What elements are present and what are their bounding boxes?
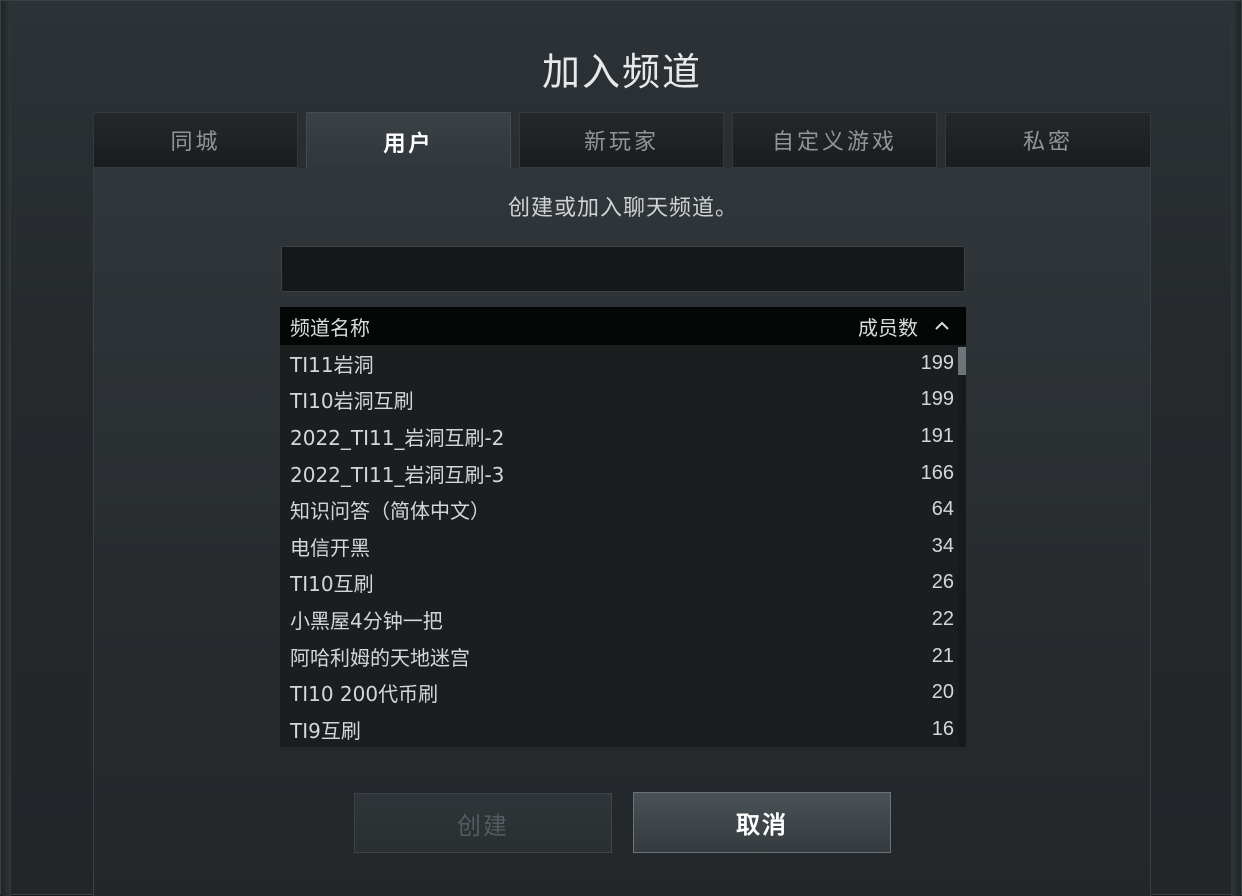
tab-private[interactable]: 私密 xyxy=(945,112,1151,168)
member-count: 26 xyxy=(931,571,954,594)
channel-name: TI10岩洞互刷 xyxy=(290,389,414,414)
member-count: 199 xyxy=(920,351,954,374)
dialog-title: 加入频道 xyxy=(541,50,702,94)
list-item[interactable]: TI10岩洞互刷 199 xyxy=(280,382,966,419)
channel-name: TI11岩洞 xyxy=(290,352,374,377)
channel-list: 频道名称 成员数 TI11岩洞 199 TI10岩洞互刷 199 2022_TI… xyxy=(280,307,966,747)
member-count: 64 xyxy=(931,498,954,521)
channel-name: 阿哈利姆的天地迷宫 xyxy=(290,645,470,670)
channel-name-input[interactable] xyxy=(281,246,965,292)
right-edge xyxy=(1231,1,1241,896)
list-item[interactable]: 知识问答（简体中文） 64 xyxy=(280,491,966,528)
channel-name: 电信开黑 xyxy=(290,535,370,560)
list-item[interactable]: 2022_TI11_岩洞互刷-2 191 xyxy=(280,418,966,455)
panel-subtitle: 创建或加入聊天频道。 xyxy=(507,196,738,221)
scrollbar-thumb[interactable] xyxy=(958,347,966,375)
left-edge xyxy=(1,1,11,896)
list-item[interactable]: TI10互刷 26 xyxy=(280,565,966,602)
list-item[interactable]: 2022_TI11_岩洞互刷-3 166 xyxy=(280,455,966,492)
join-channel-dialog: 加入频道 同城 用户 新玩家 自定义游戏 私密 创建或加入聊天频道。 频道名称 … xyxy=(0,0,1242,896)
member-count: 22 xyxy=(931,607,954,630)
list-item[interactable]: TI10 200代币刷 20 xyxy=(280,674,966,711)
member-count: 191 xyxy=(920,424,954,447)
create-button[interactable]: 创建 xyxy=(354,793,612,853)
member-count: 16 xyxy=(931,717,954,740)
member-count: 21 xyxy=(931,644,954,667)
member-count: 166 xyxy=(920,461,954,484)
list-header: 频道名称 成员数 xyxy=(280,307,966,345)
list-item[interactable]: 小黑屋4分钟一把 22 xyxy=(280,601,966,638)
tab-custom-games[interactable]: 自定义游戏 xyxy=(732,112,937,168)
channel-tabs: 同城 用户 新玩家 自定义游戏 私密 xyxy=(93,112,1151,170)
channel-name: 2022_TI11_岩洞互刷-3 xyxy=(290,462,505,487)
channel-name: TI10互刷 xyxy=(290,572,374,597)
member-count: 20 xyxy=(931,681,954,704)
list-item[interactable]: TI9互刷 16 xyxy=(280,711,966,747)
cancel-button[interactable]: 取消 xyxy=(633,792,891,853)
list-item[interactable]: TI11岩洞 199 xyxy=(280,345,966,382)
list-item[interactable]: 电信开黑 34 xyxy=(280,528,966,565)
tab-panel: 创建或加入聊天频道。 频道名称 成员数 TI11岩洞 199 TI10岩洞互刷 … xyxy=(93,168,1151,896)
tab-same-city[interactable]: 同城 xyxy=(93,112,298,168)
channel-name: TI9互刷 xyxy=(290,718,361,743)
column-header-channel-name[interactable]: 频道名称 xyxy=(290,312,370,341)
member-count: 199 xyxy=(920,388,954,411)
channel-name: 2022_TI11_岩洞互刷-2 xyxy=(290,425,505,450)
tab-users[interactable]: 用户 xyxy=(306,112,511,170)
list-item[interactable]: 阿哈利姆的天地迷宫 21 xyxy=(280,638,966,675)
channel-name: 知识问答（简体中文） xyxy=(290,499,490,524)
column-header-member-count[interactable]: 成员数 xyxy=(858,312,918,341)
list-scrollbar[interactable] xyxy=(958,345,966,747)
member-count: 34 xyxy=(931,534,954,557)
channel-name: TI10 200代币刷 xyxy=(290,682,439,707)
tab-new-players[interactable]: 新玩家 xyxy=(519,112,724,168)
chevron-up-icon[interactable] xyxy=(932,316,952,336)
channel-rows: TI11岩洞 199 TI10岩洞互刷 199 2022_TI11_岩洞互刷-2… xyxy=(280,345,966,747)
channel-name: 小黑屋4分钟一把 xyxy=(290,608,443,633)
